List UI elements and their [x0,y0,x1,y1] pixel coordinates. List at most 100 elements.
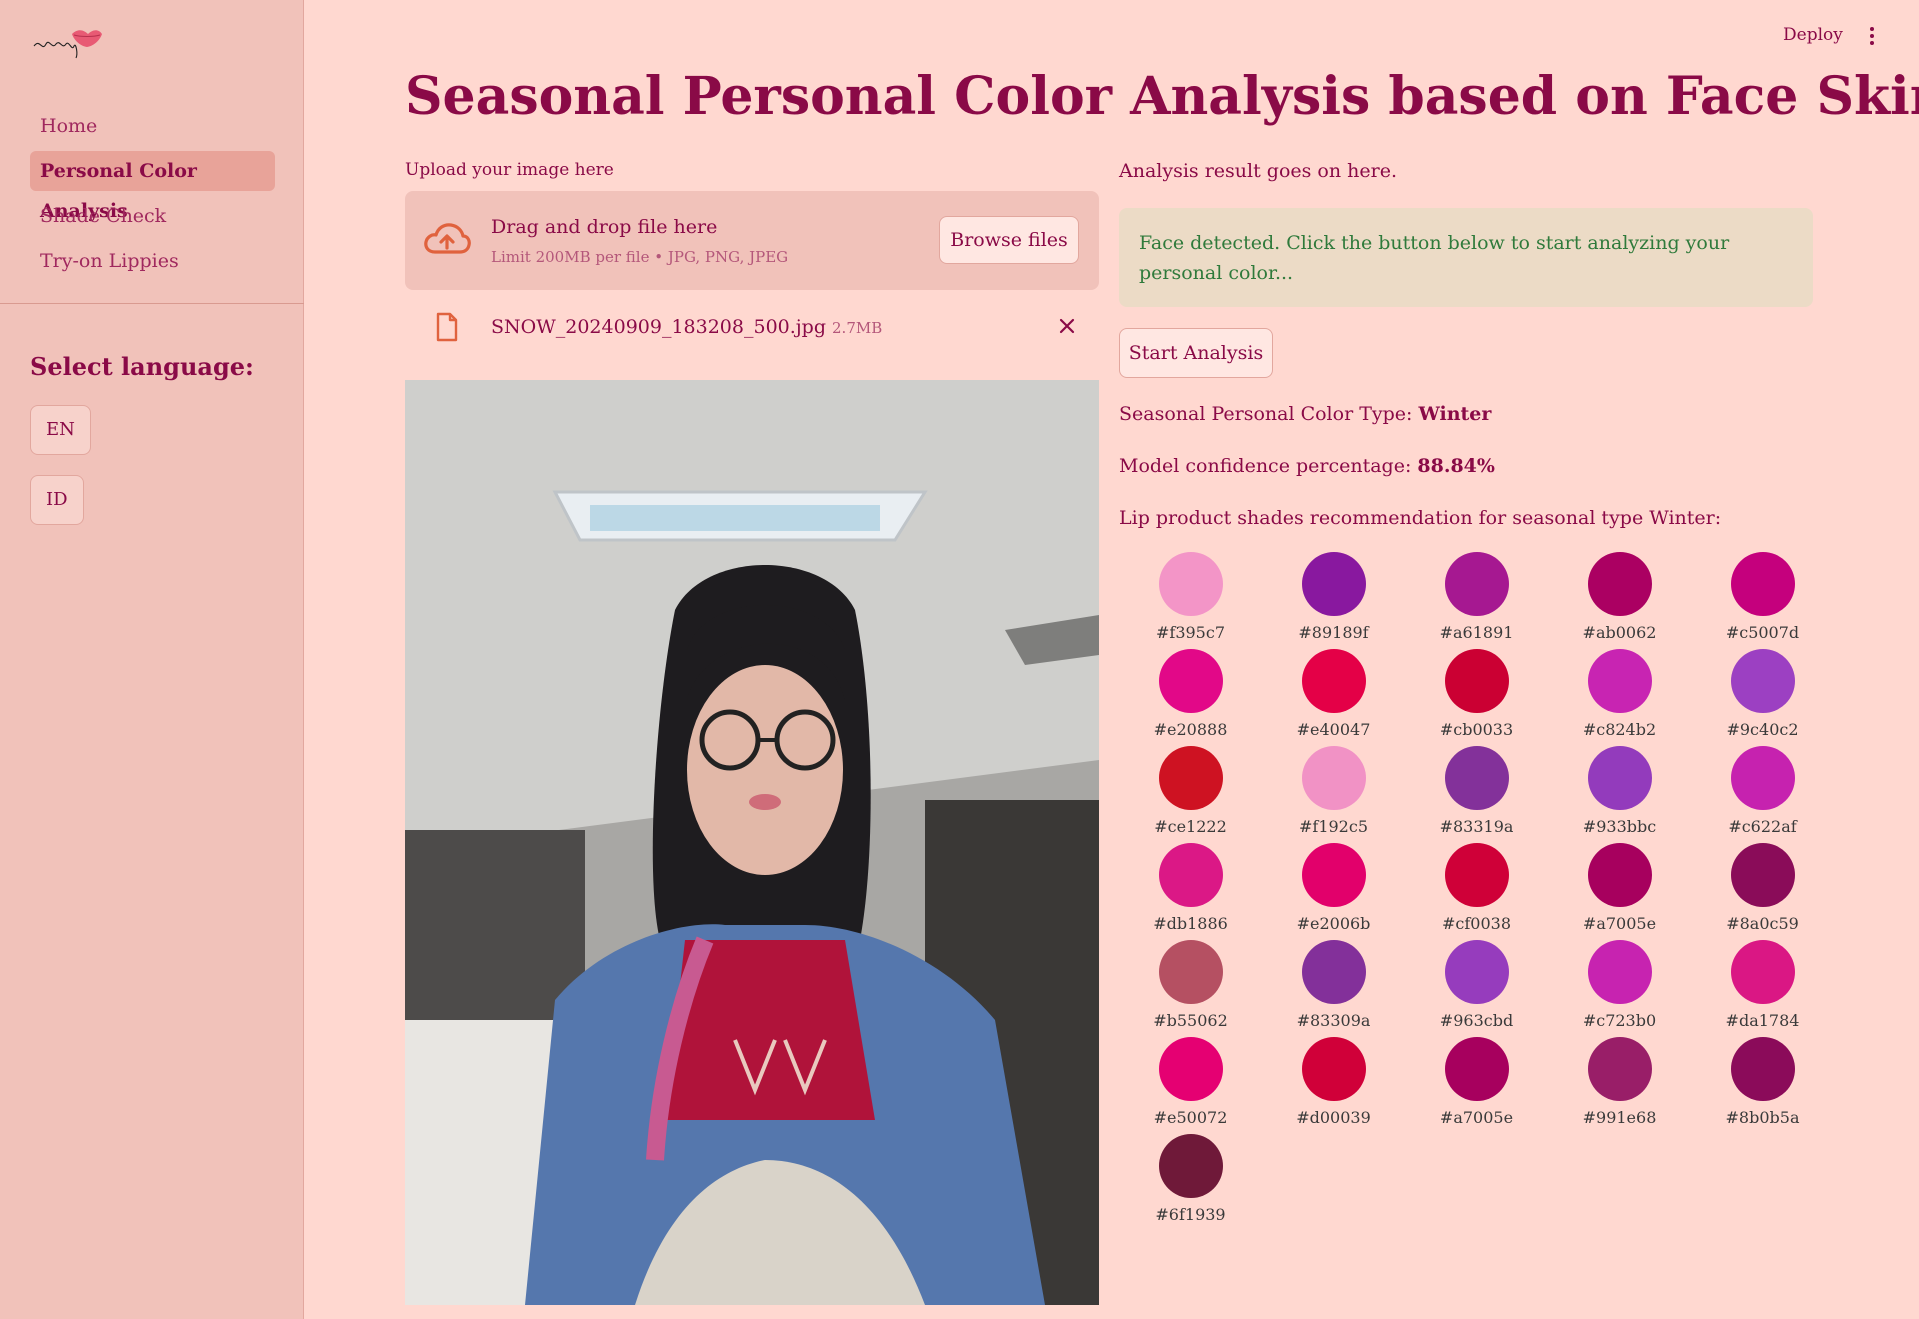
lips-logo-icon[interactable] [32,24,104,64]
swatch-color-dot [1301,940,1366,1004]
lip-shade-swatch: #933bbc [1548,746,1691,843]
sidebar-item-shade-check[interactable]: Shade Check [30,196,275,236]
swatch-hex-code: #ce1222 [1154,817,1227,836]
lip-shade-swatch: #e2006b [1262,843,1405,940]
seasonal-type-text: Seasonal Personal Color Type: Winter [1119,403,1491,425]
page-title: Seasonal Personal Color Analysis based o… [405,66,1919,127]
lip-shade-swatch: #b55062 [1119,940,1262,1037]
swatch-hex-code: #933bbc [1582,817,1657,836]
close-icon[interactable] [1055,314,1079,338]
sidebar: Home Personal Color Analysis Shade Check… [0,0,304,1319]
swatch-color-dot [1444,843,1509,907]
swatch-hex-code: #a61891 [1439,623,1514,642]
language-en-button[interactable]: EN [30,405,91,455]
lip-shade-swatch: #8a0c59 [1691,843,1834,940]
swatch-color-dot [1730,940,1795,1004]
file-size: 2.7MB [832,319,883,337]
swatch-hex-code: #8a0c59 [1726,914,1799,933]
recommendation-label: Lip product shades recommendation for se… [1119,507,1722,529]
upload-label: Upload your image here [405,160,614,180]
confidence-value: 88.84% [1417,455,1495,477]
swatch-hex-code: #e2006b [1296,914,1371,933]
swatch-hex-code: #c824b2 [1582,720,1657,739]
confidence-label: Model confidence percentage: [1119,455,1418,477]
lip-shade-swatch: #f192c5 [1262,746,1405,843]
swatch-hex-code: #cf0038 [1441,914,1511,933]
sidebar-divider [0,303,304,304]
swatch-color-dot [1158,649,1223,713]
sidebar-nav: Home Personal Color Analysis Shade Check… [30,106,275,286]
swatch-color-dot [1301,746,1366,810]
uploaded-photo [405,380,1099,1305]
browse-files-button[interactable]: Browse files [939,216,1079,264]
swatch-hex-code: #c5007d [1725,623,1800,642]
lip-shade-swatch: #c824b2 [1548,649,1691,746]
swatch-hex-code: #b55062 [1153,1011,1228,1030]
swatch-color-dot [1158,1134,1223,1198]
swatch-hex-code: #9c40c2 [1726,720,1799,739]
dropzone-title: Drag and drop file here [491,216,718,238]
deploy-button[interactable]: Deploy [1783,25,1843,45]
swatch-color-dot [1444,649,1509,713]
lip-shade-swatch: #c723b0 [1548,940,1691,1037]
lip-shade-swatch: #e40047 [1262,649,1405,746]
seasonal-type-value: Winter [1418,403,1492,425]
swatch-color-dot [1587,940,1652,1004]
lip-shade-swatch: #991e68 [1548,1037,1691,1134]
swatch-hex-code: #c622af [1728,817,1797,836]
swatch-color-dot [1301,649,1366,713]
lip-shade-swatch: #ab0062 [1548,552,1691,649]
lip-shade-swatch: #e50072 [1119,1037,1262,1134]
swatch-color-dot [1444,940,1509,1004]
lip-shade-swatch-grid: #f395c7 #89189f #a61891 #ab0062 #c5007d #e208… [1119,552,1839,1231]
seasonal-type-label: Seasonal Personal Color Type: [1119,403,1419,425]
swatch-color-dot [1587,1037,1652,1101]
swatch-color-dot [1730,552,1795,616]
language-id-button[interactable]: ID [30,475,84,525]
file-dropzone[interactable]: Drag and drop file here Limit 200MB per … [405,191,1099,290]
swatch-hex-code: #991e68 [1582,1108,1657,1127]
swatch-color-dot [1158,552,1223,616]
swatch-color-dot [1158,940,1223,1004]
swatch-color-dot [1301,843,1366,907]
lip-shade-swatch: #89189f [1262,552,1405,649]
start-analysis-button[interactable]: Start Analysis [1119,328,1273,378]
swatch-hex-code: #c723b0 [1582,1011,1657,1030]
swatch-hex-code: #e50072 [1153,1108,1228,1127]
lip-shade-swatch: #cb0033 [1405,649,1548,746]
sidebar-item-try-on-lippies[interactable]: Try-on Lippies [30,241,275,281]
swatch-color-dot [1587,746,1652,810]
swatch-hex-code: #e40047 [1296,720,1371,739]
file-name: SNOW_20240909_183208_500.jpg 2.7MB [491,316,882,338]
lip-shade-swatch: #963cbd [1405,940,1548,1037]
file-name-text: SNOW_20240909_183208_500.jpg [491,316,827,338]
lip-shade-swatch: #c622af [1691,746,1834,843]
swatch-hex-code: #da1784 [1725,1011,1800,1030]
confidence-text: Model confidence percentage: 88.84% [1119,455,1495,477]
lip-shade-swatch: #a61891 [1405,552,1548,649]
lip-shade-swatch: #83309a [1262,940,1405,1037]
swatch-color-dot [1301,552,1366,616]
swatch-hex-code: #963cbd [1439,1011,1514,1030]
swatch-hex-code: #f192c5 [1298,817,1368,836]
swatch-color-dot [1730,843,1795,907]
sidebar-item-personal-color-analysis[interactable]: Personal Color Analysis [30,151,275,222]
face-detected-alert: Face detected. Click the button below to… [1119,208,1813,307]
swatch-color-dot [1158,746,1223,810]
swatch-hex-code: #6f1939 [1155,1205,1226,1224]
lip-shade-swatch: #8b0b5a [1691,1037,1834,1134]
lip-shade-swatch: #e20888 [1119,649,1262,746]
swatch-color-dot [1444,746,1509,810]
sidebar-item-home[interactable]: Home [30,106,275,146]
swatch-hex-code: #f395c7 [1155,623,1225,642]
swatch-color-dot [1587,552,1652,616]
lip-shade-swatch: #da1784 [1691,940,1834,1037]
swatch-hex-code: #e20888 [1153,720,1228,739]
swatch-hex-code: #ab0062 [1582,623,1657,642]
more-menu-icon[interactable] [1866,24,1878,48]
lip-shade-swatch: #d00039 [1262,1037,1405,1134]
lip-shade-swatch: #a7005e [1548,843,1691,940]
lip-shade-swatch: #cf0038 [1405,843,1548,940]
lip-shade-swatch: #ce1222 [1119,746,1262,843]
swatch-color-dot [1444,552,1509,616]
